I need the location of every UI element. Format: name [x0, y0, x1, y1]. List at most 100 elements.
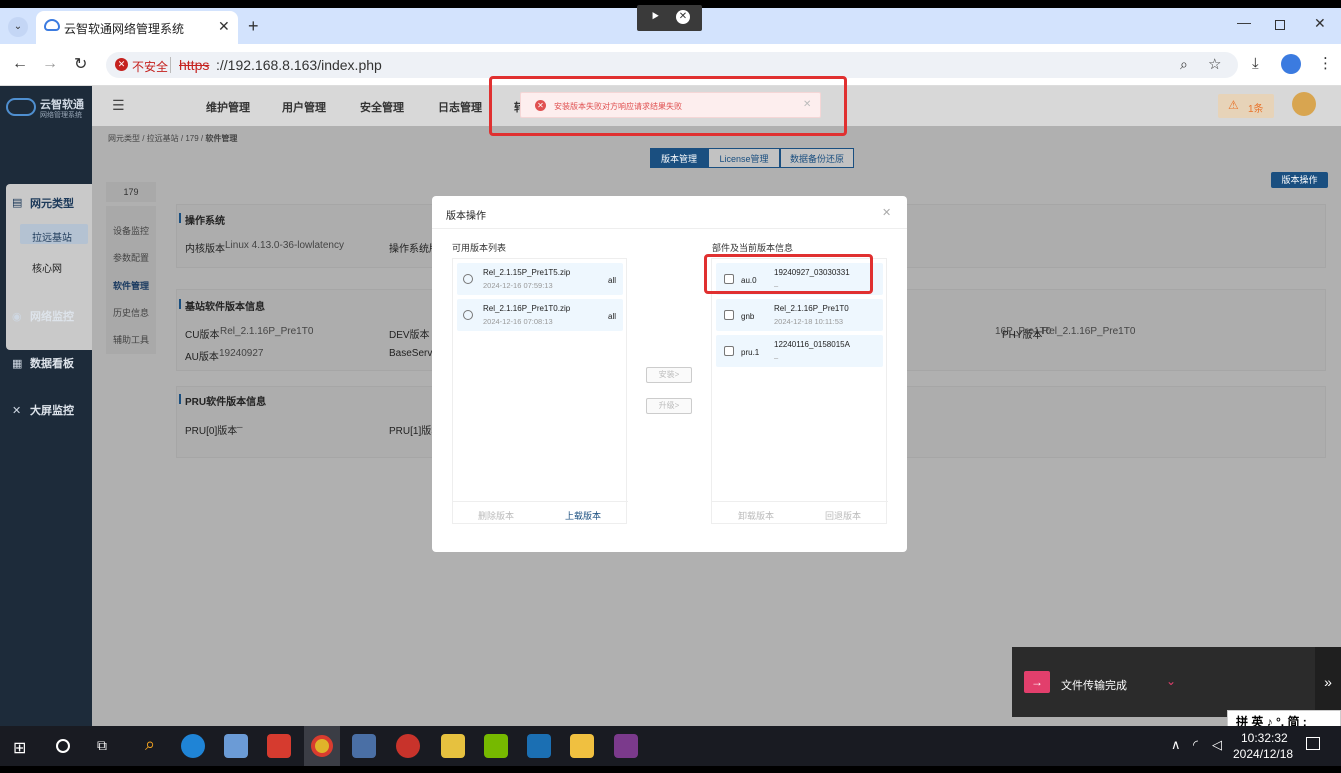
modal-divider [432, 228, 907, 229]
back-icon[interactable]: ← [12, 55, 28, 73]
item-checkbox[interactable] [724, 310, 734, 320]
avatar[interactable] [1292, 92, 1316, 116]
install-button[interactable]: 安装> [646, 367, 692, 383]
tab-version-mgmt[interactable]: 版本管理 [650, 148, 708, 168]
expand-panel-button[interactable]: » [1315, 647, 1341, 717]
browser-tab[interactable]: 云智软通网络管理系统 ✕ [36, 11, 238, 44]
python-icon[interactable] [441, 734, 465, 758]
notification-text: 文件传输完成 [1061, 680, 1127, 692]
alarm-badge[interactable]: ⚠ 1条 [1218, 94, 1274, 118]
menu-log[interactable]: 日志管理 [438, 99, 482, 115]
volume-icon[interactable]: ◁ [1212, 737, 1222, 753]
close-window-icon[interactable]: ✕ [1314, 15, 1326, 32]
sidebar-subitem-remote-bs[interactable]: 拉远基站 [20, 224, 88, 244]
chrome-icon[interactable] [304, 726, 340, 766]
network-tool-icon[interactable] [224, 734, 248, 758]
uninstall-version-button[interactable]: 卸载版本 [738, 509, 774, 522]
menu-dots-icon[interactable]: ⋮ [1318, 54, 1333, 72]
clock-time[interactable]: 10:32:32 [1241, 731, 1288, 745]
forward-icon[interactable]: → [42, 55, 58, 73]
zoom-icon[interactable]: ⌕ [1180, 56, 1188, 73]
tab-search-button[interactable]: ⌄ [8, 17, 28, 37]
kernel-label: 内核版本 [185, 244, 225, 255]
restore-icon[interactable] [1275, 20, 1285, 30]
nav-software-mgmt[interactable]: 软件管理 [113, 279, 149, 292]
item-radio[interactable] [463, 310, 473, 320]
breadcrumb-item[interactable]: 179 [185, 134, 198, 143]
collapse-menu-icon[interactable]: ☰ [112, 97, 125, 114]
share-icon[interactable]: ⯈ [650, 9, 660, 25]
menu-security[interactable]: 安全管理 [360, 99, 404, 115]
close-tab-icon[interactable]: ✕ [218, 18, 230, 35]
item-checkbox[interactable] [724, 346, 734, 356]
virtualbox-icon[interactable] [352, 734, 376, 758]
file-explorer-icon[interactable] [570, 734, 594, 758]
component-highlight [704, 254, 873, 294]
edge-icon[interactable] [181, 734, 205, 758]
component-name: pru.1 [741, 348, 760, 357]
sidebar-item-big-screen[interactable]: 大屏监控 [30, 402, 74, 418]
sidebar-subitem-core-network[interactable]: 核心网 [32, 260, 62, 275]
list-item[interactable]: Rel_2.1.16P_Pre1T0.zip 2024-12-16 07:08:… [457, 299, 623, 331]
menu-maintenance[interactable]: 维护管理 [206, 99, 250, 115]
toast-highlight [489, 76, 847, 136]
delete-version-button[interactable]: 删除版本 [478, 509, 514, 522]
insecure-label[interactable]: 不安全 [132, 58, 168, 75]
nav-tools[interactable]: 辅助工具 [113, 333, 149, 346]
item-filename: Rel_2.1.16P_Pre1T0.zip [483, 304, 571, 313]
search-circle-icon[interactable] [56, 739, 70, 753]
reload-icon[interactable]: ↻ [74, 54, 87, 74]
tab-data-backup[interactable]: 数据备份还原 [780, 148, 854, 168]
tab-license-mgmt[interactable]: License管理 [708, 148, 780, 168]
winrar-icon[interactable] [614, 734, 638, 758]
item-date: 2024-12-16 07:59:13 [483, 281, 553, 290]
task-view-icon[interactable]: ⧉ [97, 737, 107, 754]
stop-share-icon[interactable]: ✕ [676, 10, 690, 24]
upgrade-button[interactable]: 升级> [646, 398, 692, 414]
list-item[interactable]: gnb Rel_2.1.16P_Pre1T0 2024-12-18 10:11:… [716, 299, 883, 331]
alarm-icon: ⚠ [1228, 98, 1239, 112]
sidebar-item-network-monitor[interactable]: 网络监控 [30, 308, 74, 324]
url-field[interactable]: ✕ 不安全 https ://192.168.8.163/index.php ⌕… [106, 52, 1238, 78]
snail-app-icon[interactable] [396, 734, 420, 758]
nvidia-icon[interactable] [484, 734, 508, 758]
windows-start-icon[interactable]: ⊞ [13, 738, 26, 758]
warning-icon: ✕ [115, 58, 128, 71]
notification-center-icon[interactable] [1306, 737, 1320, 750]
rollback-version-button[interactable]: 回退版本 [825, 509, 861, 522]
upload-version-button[interactable]: 上载版本 [565, 509, 601, 522]
search-app-icon[interactable]: ⌕ [138, 734, 162, 758]
wps-icon[interactable] [267, 734, 291, 758]
modal-close-icon[interactable]: ✕ [882, 206, 891, 219]
wifi-icon[interactable]: ◜ [1193, 737, 1198, 753]
cu-label: CU版本 [185, 330, 220, 341]
chevron-up-icon[interactable]: ∧ [1171, 737, 1181, 753]
item-radio[interactable] [463, 274, 473, 284]
list-footer-divider [453, 501, 628, 502]
logo-subtitle: 网络管理系统 [40, 112, 82, 119]
chrome-logo [311, 735, 333, 757]
sidebar-item-ne-type[interactable]: ▤ 网元类型 拉远基站 核心网 [6, 184, 92, 350]
download-icon[interactable]: ⤓ [1252, 55, 1259, 72]
sidebar-item-data-board[interactable]: 数据看板 [30, 355, 74, 371]
profile-icon[interactable] [1281, 54, 1301, 74]
list-item[interactable]: Rel_2.1.15P_Pre1T5.zip 2024-12-16 07:59:… [457, 263, 623, 295]
new-tab-button[interactable]: + [248, 16, 259, 37]
wireshark-icon[interactable] [527, 734, 551, 758]
chevron-down-icon[interactable]: ⌄ [1166, 674, 1176, 688]
menu-user-mgmt[interactable]: 用户管理 [282, 99, 326, 115]
breadcrumb-item[interactable]: 网元类型 [108, 134, 140, 143]
breadcrumb-item[interactable]: 拉远基站 [147, 134, 179, 143]
bookmark-star-icon[interactable]: ☆ [1208, 55, 1221, 73]
item-date: 2024-12-16 07:08:13 [483, 317, 553, 326]
nav-param-config[interactable]: 参数配置 [113, 251, 149, 264]
minimize-icon[interactable]: — [1237, 14, 1251, 30]
clock-date[interactable]: 2024/12/18 [1233, 747, 1293, 761]
nav-history[interactable]: 历史信息 [113, 306, 149, 319]
section-bar [179, 213, 181, 223]
screen-share-bar[interactable]: ⯈ ✕ [637, 5, 702, 31]
nav-device-monitor[interactable]: 设备监控 [113, 224, 149, 237]
pru0-label: PRU[0]版本 [185, 426, 238, 437]
list-item[interactable]: pru.1 12240116_0158015A – [716, 335, 883, 367]
version-op-button[interactable]: 版本操作 [1271, 172, 1328, 188]
